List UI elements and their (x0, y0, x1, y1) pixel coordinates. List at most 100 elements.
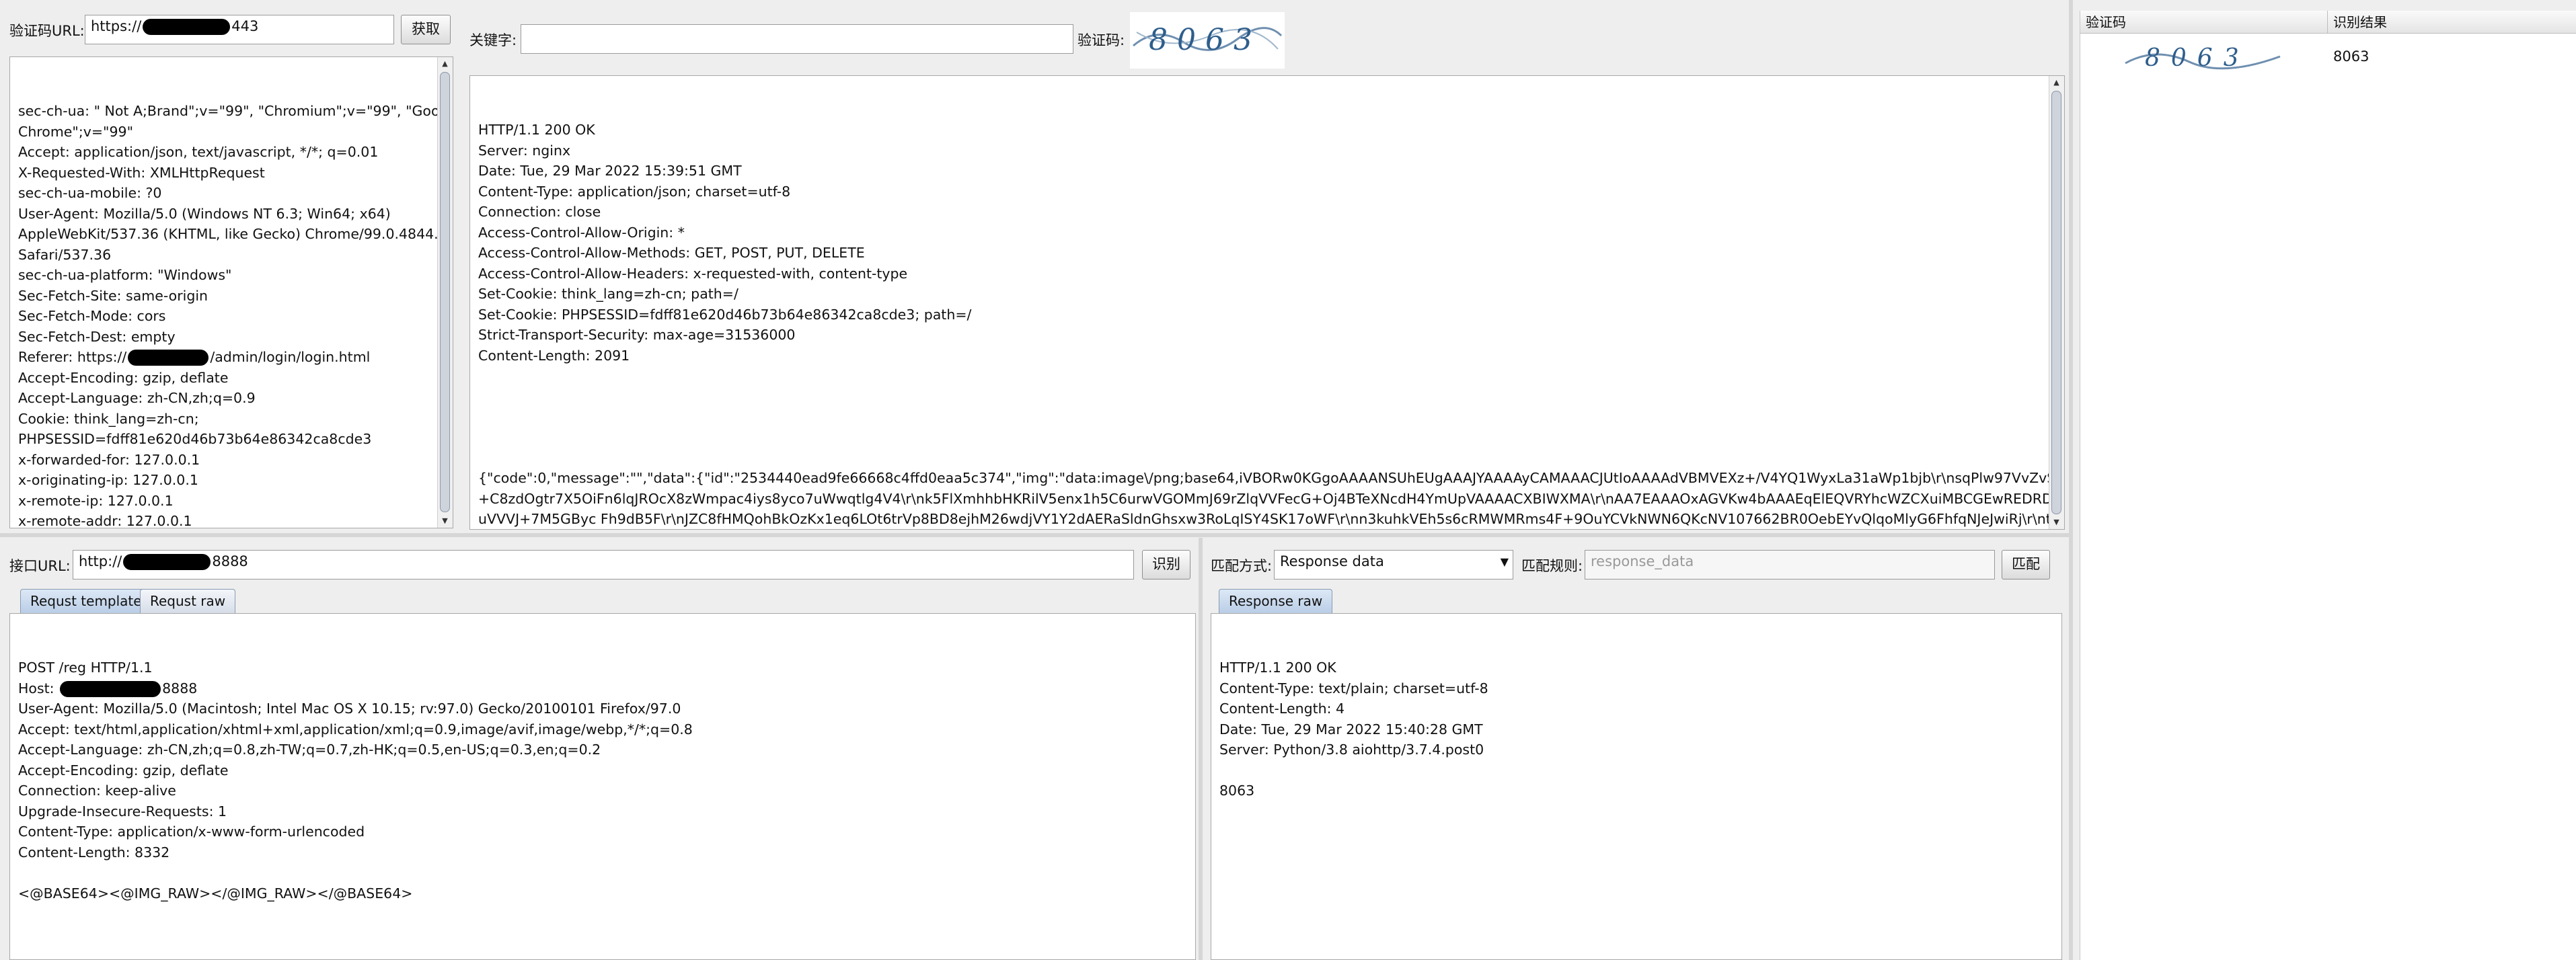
fetch-button[interactable]: 获取 (401, 15, 451, 44)
request-line: x-forwarded-for: 127.0.0.1 (18, 451, 200, 468)
chevron-down-icon[interactable]: ▼ (1501, 555, 1509, 568)
captcha-url-prefix: https:// (91, 18, 142, 34)
api-template-lines: POST /reg HTTP/1.1 Host: 8888 User-Agent: … (18, 657, 1187, 904)
redacted-mask (128, 350, 209, 366)
api-url-prefix: http:// (79, 553, 122, 569)
api-url-suffix: 8888 (212, 553, 248, 569)
template-line: Host: 8888 (18, 680, 198, 697)
match-response-line: Server: Python/3.8 aiohttp/3.7.4.post0 (1219, 742, 1484, 758)
request-line: x-remote-ip: 127.0.0.1 (18, 492, 174, 509)
vertical-divider[interactable] (2069, 0, 2073, 960)
captcha-text: 8063 (1149, 23, 1262, 57)
match-response-line: Date: Tue, 29 Mar 2022 15:40:28 GMT (1219, 721, 1483, 737)
response-header-line: Server: nginx (478, 142, 571, 159)
captcha-url-label: 验证码URL: (9, 23, 85, 39)
captcha-label: 验证码: (1077, 32, 1125, 48)
response-header-line: Strict-Transport-Security: max-age=31536… (478, 327, 796, 343)
results-col-result[interactable]: 识别结果 (2328, 11, 2576, 34)
request-line: Sec-Fetch-Mode: cors (18, 308, 166, 324)
request-line: X-Requested-With: XMLHttpRequest (18, 164, 265, 181)
api-request-panel: 接口URL: http:// 8888 识别 Requst template Re… (0, 538, 1204, 960)
template-line: <@BASE64><@IMG_RAW></@IMG_RAW></@BASE64> (18, 885, 413, 902)
request-line: Safari/537.36 (18, 246, 112, 263)
scroll-thumb[interactable] (2051, 91, 2061, 514)
captcha-request-lines: sec-ch-ua: " Not A;Brand";v="99", "Chrom… (18, 101, 453, 528)
match-mode-label: 匹配方式: (1211, 558, 1273, 574)
response-header-line: Content-Length: 2091 (478, 347, 630, 364)
result-cell: 8063 (2333, 48, 2370, 65)
request-line: Sec-Fetch-Site: same-origin (18, 287, 209, 304)
captcha-url-panel: 验证码URL: https:// 443 获取 sec-ch-ua: " Not … (0, 0, 457, 531)
template-line: Content-Length: 8332 (18, 844, 170, 861)
match-response-textarea[interactable]: HTTP/1.1 200 OK Content-Type: text/plain;… (1211, 613, 2062, 960)
keyword-input[interactable] (521, 24, 1073, 54)
request-line: Referer: https:///admin/login/login.html (18, 349, 371, 366)
captcha-response-body: {"code":0,"message":"","data":{"id":"253… (478, 468, 2065, 529)
captcha-response-headers: HTTP/1.1 200 OK Server: nginx Date: Tue, 2… (478, 120, 2040, 366)
response-body-line: {"code":0,"message":"","data":{"id":"253… (478, 470, 2065, 486)
captcha-response-panel: 关键字: 验证码: 8063 HTTP/1.1 200 OK Server: ng… (464, 0, 2065, 531)
request-line: sec-ch-ua-mobile: ?0 (18, 185, 162, 201)
captcha-thumbnail-text: 8063 (2145, 44, 2250, 72)
api-url-input[interactable]: http:// 8888 (73, 550, 1134, 579)
response-header-line: Content-Type: application/json; charset=… (478, 183, 791, 200)
host-suffix: 8888 (162, 680, 198, 696)
redacted-mask (143, 19, 231, 35)
captcha-response-textarea[interactable]: HTTP/1.1 200 OK Server: nginx Date: Tue, 2… (469, 75, 2065, 530)
response-header-line: Set-Cookie: PHPSESSID=fdff81e620d46b73b6… (478, 306, 972, 323)
scroll-down-icon[interactable]: ▼ (438, 514, 452, 528)
response-header-line: Connection: close (478, 204, 601, 220)
horizontal-divider[interactable] (0, 533, 2069, 537)
template-line: Accept-Language: zh-CN,zh;q=0.8,zh-TW;q=… (18, 742, 601, 758)
template-line: User-Agent: Mozilla/5.0 (Macintosh; Inte… (18, 701, 681, 717)
bottom-vertical-divider[interactable] (1199, 538, 1203, 960)
request-line: Accept-Encoding: gzip, deflate (18, 369, 229, 386)
recognize-button[interactable]: 识别 (1142, 550, 1190, 579)
request-line: Accept: application/json, text/javascrip… (18, 144, 379, 160)
scroll-up-icon[interactable]: ▲ (2049, 76, 2063, 89)
scroll-thumb[interactable] (440, 72, 450, 512)
template-line: Accept: text/html,application/xhtml+xml,… (18, 721, 693, 737)
template-line: Accept-Encoding: gzip, deflate (18, 762, 229, 778)
captcha-request-scrollbar[interactable]: ▲ ▼ (437, 57, 453, 528)
captcha-request-textarea[interactable]: sec-ch-ua: " Not A;Brand";v="99", "Chrom… (9, 56, 453, 528)
api-template-textarea[interactable]: POST /reg HTTP/1.1 Host: 8888 User-Agent: … (9, 613, 1196, 960)
match-response-lines: HTTP/1.1 200 OK Content-Type: text/plain;… (1219, 657, 2053, 801)
response-header-line: HTTP/1.1 200 OK (478, 122, 595, 138)
template-line (18, 863, 1187, 883)
table-row[interactable]: 8063 8063 (2080, 34, 2576, 81)
match-response-line: 8063 (1219, 783, 1255, 799)
match-button[interactable]: 匹配 (2002, 550, 2050, 579)
match-mode-select[interactable]: Response data ▼ (1274, 550, 1513, 579)
api-url-label: 接口URL: (9, 558, 71, 574)
captcha-thumbnail: 8063 (2122, 36, 2283, 81)
match-rule-input[interactable]: response_data (1585, 550, 1995, 579)
request-line: PHPSESSID=fdff81e620d46b73b64e86342ca8cd… (18, 431, 372, 447)
match-response-line: Content-Length: 4 (1219, 701, 1345, 717)
request-line: x-remote-addr: 127.0.0.1 (18, 513, 192, 528)
response-header-line: Access-Control-Allow-Methods: GET, POST,… (478, 245, 865, 261)
captcha-image: 8063 (1130, 12, 1285, 69)
captcha-url-suffix: 443 (231, 18, 259, 34)
request-line: x-originating-ip: 127.0.0.1 (18, 472, 198, 488)
referer-suffix: /admin/login/login.html (210, 349, 371, 365)
match-response-line: Content-Type: text/plain; charset=utf-8 (1219, 680, 1488, 696)
match-response-line (1219, 760, 2053, 781)
tab-request-raw[interactable]: Requst raw (140, 589, 236, 614)
response-body-line: +C8zdOgtr7X5OiFn6lqJROcX8zWmpac4iys8yco7… (478, 490, 2065, 507)
tab-response-raw[interactable]: Response raw (1219, 589, 1333, 614)
request-line: Accept-Language: zh-CN,zh;q=0.9 (18, 390, 256, 406)
results-col-captcha[interactable]: 验证码 (2080, 11, 2328, 34)
scroll-up-icon[interactable]: ▲ (438, 57, 452, 71)
captcha-url-input[interactable]: https:// 443 (85, 15, 394, 44)
match-mode-value: Response data (1280, 553, 1384, 569)
request-line: Cookie: think_lang=zh-cn; (18, 410, 199, 427)
response-header-line: Set-Cookie: think_lang=zh-cn; path=/ (478, 286, 738, 302)
match-rule-placeholder: response_data (1591, 553, 1694, 569)
match-rule-label: 匹配规则: (1521, 558, 1583, 574)
scroll-down-icon[interactable]: ▼ (2049, 516, 2063, 529)
template-line: Content-Type: application/x-www-form-url… (18, 824, 365, 840)
match-panel: 匹配方式: Response data ▼ 匹配规则: response_dat… (1204, 538, 2069, 960)
tab-request-template[interactable]: Requst template (20, 589, 152, 614)
captcha-response-scrollbar[interactable]: ▲ ▼ (2049, 76, 2064, 529)
